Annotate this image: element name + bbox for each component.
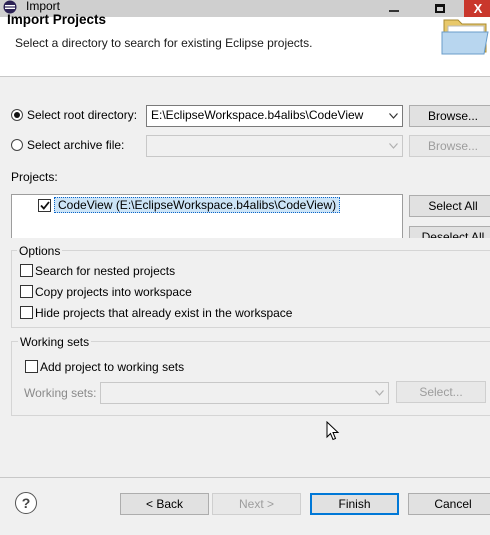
root-directory-combo[interactable]: E:\EclipseWorkspace.b4alibs\CodeView [146,105,403,127]
archive-file-combo[interactable] [146,135,403,157]
options-title: Options [17,244,63,258]
copy-into-workspace-checkbox[interactable] [20,285,33,298]
project-checkbox[interactable] [38,199,51,212]
checkmark-icon [39,201,50,210]
hide-existing-label: Hide projects that already exist in the … [35,306,293,320]
copy-into-workspace-label: Copy projects into workspace [35,285,192,299]
help-button[interactable]: ? [15,492,37,514]
add-to-working-sets-checkbox[interactable] [25,360,38,373]
list-item[interactable]: CodeView (E:\EclipseWorkspace.b4alibs\Co… [12,195,402,217]
page-description: Select a directory to search for existin… [15,36,313,50]
select-all-button[interactable]: Select All [409,195,490,217]
projects-label: Projects: [11,170,58,184]
root-directory-radio[interactable] [11,109,23,121]
deselect-all-button-clip: Deselect All [409,226,490,238]
footer-separator [0,477,490,478]
help-icon: ? [21,495,31,511]
chevron-down-icon[interactable] [387,139,399,153]
working-sets-label: Working sets: [24,386,97,400]
project-item-label: CodeView (E:\EclipseWorkspace.b4alibs\Co… [54,197,341,213]
root-directory-label: Select root directory: [27,108,138,122]
deselect-all-button[interactable]: Deselect All [409,226,490,238]
archive-browse-button[interactable]: Browse... [409,135,490,157]
minimize-button[interactable] [372,0,416,17]
working-sets-title: Working sets [18,335,92,349]
root-directory-value: E:\EclipseWorkspace.b4alibs\CodeView [151,108,364,122]
finish-button[interactable]: Finish [310,493,399,515]
search-nested-checkbox[interactable] [20,264,33,277]
working-sets-combo[interactable] [100,382,389,404]
search-nested-label: Search for nested projects [35,264,176,278]
add-to-working-sets-label: Add project to working sets [40,360,185,374]
hide-existing-checkbox[interactable] [20,306,33,319]
mouse-cursor-icon [326,420,340,444]
page-title: Import Projects [7,12,107,27]
folder-banner-icon [440,12,490,56]
root-browse-button[interactable]: Browse... [409,105,490,127]
minimize-icon [389,9,399,12]
next-button[interactable]: Next > [212,493,301,515]
projects-list[interactable]: CodeView (E:\EclipseWorkspace.b4alibs\Co… [11,194,403,238]
back-button[interactable]: < Back [120,493,209,515]
chevron-down-icon[interactable] [373,386,385,400]
archive-file-radio[interactable] [11,139,23,151]
working-sets-group [11,341,490,416]
working-sets-select-button[interactable]: Select... [396,381,486,403]
chevron-down-icon[interactable] [387,109,399,123]
cancel-button[interactable]: Cancel [408,493,490,515]
archive-file-label: Select archive file: [27,138,125,152]
